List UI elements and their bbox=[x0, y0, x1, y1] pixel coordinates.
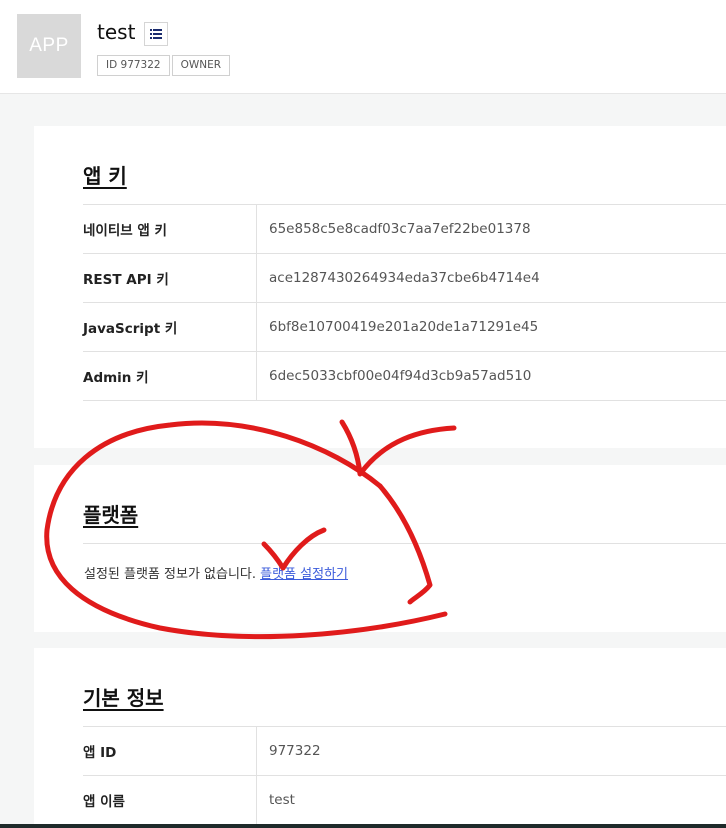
bottom-edge-bar bbox=[0, 824, 726, 828]
info-value: 977322 bbox=[269, 743, 321, 759]
app-header: APP test ID 977322 OWNER bbox=[0, 0, 726, 94]
app-list-button[interactable] bbox=[144, 22, 168, 46]
key-label: JavaScript 키 bbox=[83, 303, 257, 351]
platform-card: 플랫폼 설정된 플랫폼 정보가 없습니다. 플랫폼 설정하기 bbox=[34, 465, 726, 632]
app-keys-card: 앱 키 네이티브 앱 키 65e858c5e8cadf03c7aa7ef22be… bbox=[34, 126, 726, 448]
role-tag: OWNER bbox=[171, 55, 231, 76]
app-name: test bbox=[97, 20, 136, 44]
divider bbox=[83, 543, 726, 544]
platform-empty-message: 설정된 플랫폼 정보가 없습니다. 플랫폼 설정하기 bbox=[84, 563, 348, 582]
app-id-tag: ID 977322 bbox=[97, 55, 170, 76]
table-row: 앱 ID 977322 bbox=[83, 727, 726, 776]
app-keys-title: 앱 키 bbox=[83, 164, 127, 188]
key-label: Admin 키 bbox=[83, 352, 257, 400]
basic-info-card: 기본 정보 앱 ID 977322 앱 이름 test bbox=[34, 648, 726, 828]
basic-info-title: 기본 정보 bbox=[83, 686, 164, 710]
app-keys-table: 네이티브 앱 키 65e858c5e8cadf03c7aa7ef22be0137… bbox=[83, 204, 726, 401]
app-tags: ID 977322 OWNER bbox=[97, 55, 231, 76]
key-label: 네이티브 앱 키 bbox=[83, 205, 257, 253]
table-row: 네이티브 앱 키 65e858c5e8cadf03c7aa7ef22be0137… bbox=[83, 205, 726, 254]
info-label: 앱 이름 bbox=[83, 776, 257, 824]
platform-setup-link[interactable]: 플랫폼 설정하기 bbox=[260, 567, 348, 582]
key-value[interactable]: 65e858c5e8cadf03c7aa7ef22be01378 bbox=[257, 221, 531, 237]
app-thumbnail: APP bbox=[17, 14, 81, 78]
table-row: REST API 키 ace1287430264934eda37cbe6b471… bbox=[83, 254, 726, 303]
table-row: JavaScript 키 6bf8e10700419e201a20de1a712… bbox=[83, 303, 726, 352]
info-value: test bbox=[269, 792, 295, 808]
key-value[interactable]: ace1287430264934eda37cbe6b4714e4 bbox=[257, 270, 540, 286]
table-row: Admin 키 6dec5033cbf00e04f94d3cb9a57ad510 bbox=[83, 352, 726, 401]
platform-title: 플랫폼 bbox=[83, 503, 139, 527]
basic-info-table: 앱 ID 977322 앱 이름 test bbox=[83, 726, 726, 825]
key-value[interactable]: 6bf8e10700419e201a20de1a71291e45 bbox=[257, 319, 538, 335]
key-value[interactable]: 6dec5033cbf00e04f94d3cb9a57ad510 bbox=[257, 368, 531, 384]
platform-empty-text: 설정된 플랫폼 정보가 없습니다. bbox=[84, 567, 257, 582]
list-icon bbox=[150, 29, 162, 39]
table-row: 앱 이름 test bbox=[83, 776, 726, 825]
key-label: REST API 키 bbox=[83, 254, 257, 302]
info-label: 앱 ID bbox=[83, 727, 257, 775]
